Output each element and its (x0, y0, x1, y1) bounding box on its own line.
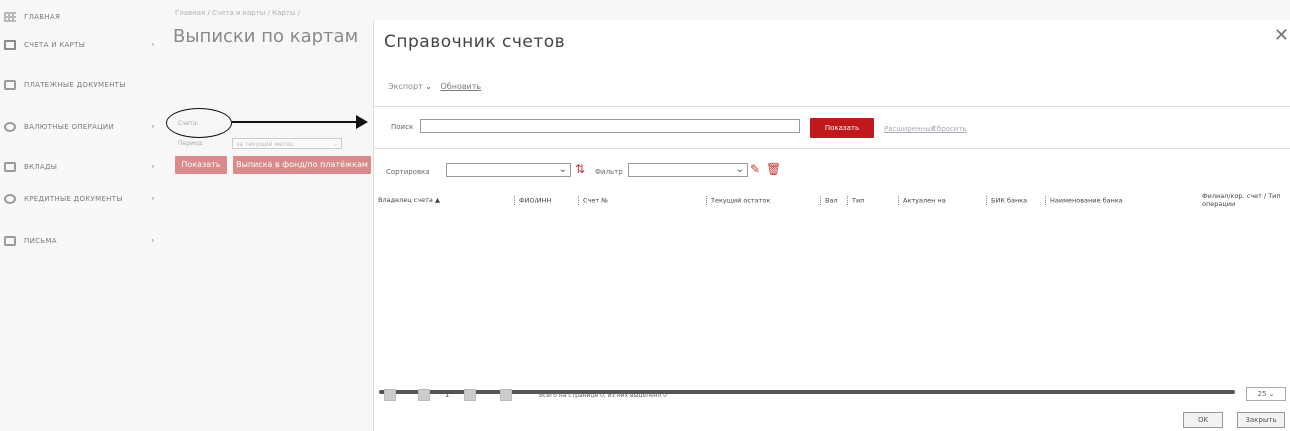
search-label: Поиск (391, 123, 414, 131)
filter-select[interactable]: ⌄ (628, 163, 748, 177)
clear-search-link[interactable]: Сбросить (932, 125, 967, 133)
column-header-label: Счет № (583, 196, 608, 205)
sidebar-item-label: Главная (24, 13, 61, 21)
chevron-right-icon: › (151, 162, 155, 172)
column-header-label: Филиал/кор. счет / Тип операции (1202, 192, 1281, 208)
close-icon[interactable]: ✕ (1274, 25, 1289, 46)
coin-icon (4, 122, 16, 132)
sidebar-item-label: Счета и карты (24, 41, 86, 49)
chevron-down-icon: ⌄ (735, 164, 744, 175)
accounts-dialog: Справочник счетов ✕ Экспорт ⌄ Обновить П… (373, 20, 1290, 431)
page-title: Выписки по картам (173, 26, 359, 47)
sidebar-item-letters[interactable]: Письма › (0, 236, 158, 246)
card-icon (4, 40, 16, 50)
sidebar-item-label: Кредитные документы (24, 195, 123, 203)
search-button[interactable]: Показать (810, 118, 874, 138)
refresh-link[interactable]: Обновить (440, 82, 481, 91)
last-page-icon[interactable] (500, 389, 512, 401)
grid-icon (4, 12, 16, 22)
column-header[interactable]: Текущий остаток (706, 196, 770, 205)
delete-filter-icon[interactable]: 🗑 (766, 162, 781, 176)
chevron-right-icon: › (151, 194, 155, 204)
sidebar-item-accounts[interactable]: Счета и карты › (0, 40, 158, 50)
annotation-arrow (232, 121, 358, 123)
search-input[interactable] (420, 119, 800, 133)
sidebar-item-payments[interactable]: Платежные документы (0, 80, 158, 90)
column-header[interactable]: Вал (820, 196, 838, 205)
first-page-icon[interactable] (384, 389, 396, 401)
sidebar-item-deposits[interactable]: Вклады › (0, 162, 158, 172)
column-header-label: Актуален на (903, 196, 946, 205)
sidebar: Главная Счета и карты › Платежные докуме… (0, 0, 160, 431)
sidebar-item-credits[interactable]: Кредитные документы › (0, 194, 158, 204)
divider (374, 148, 1290, 149)
sort-direction-icon[interactable]: ⇅ (575, 162, 585, 176)
export-menu[interactable]: Экспорт ⌄ (388, 82, 432, 91)
edit-filter-icon[interactable]: ✎ (750, 162, 760, 176)
advanced-search-link[interactable]: Расширенный (884, 125, 935, 133)
letter-icon (4, 236, 16, 246)
dialog-toolbar: Экспорт ⌄ Обновить (388, 82, 481, 91)
column-header[interactable]: Актуален на (898, 196, 946, 205)
column-header-label: ФИО/ИНН (519, 196, 552, 205)
sort-label: Сортировка (386, 168, 430, 176)
column-header-label: Наименование банка (1050, 196, 1123, 205)
sort-select[interactable]: ⌄ (446, 163, 571, 177)
prev-page-icon[interactable] (418, 389, 430, 401)
chevron-down-icon: ⌄ (332, 141, 338, 148)
ok-button[interactable]: OK (1183, 412, 1223, 428)
chevron-right-icon: › (151, 122, 155, 132)
period-select[interactable]: за текущий месяц ⌄ (232, 138, 342, 149)
deposit-icon (4, 162, 16, 172)
column-header[interactable]: Счет № (578, 196, 608, 205)
column-header[interactable]: ФИО/ИНН (514, 196, 551, 205)
column-header[interactable]: Наименование банка (1045, 196, 1123, 205)
page-number: 1 (445, 391, 450, 399)
chevron-down-icon: ⌄ (425, 82, 432, 91)
cancel-button[interactable]: Закрыть (1237, 412, 1285, 428)
column-header-label: Текущий остаток (711, 196, 771, 205)
period-select-value: за текущий месяц (236, 141, 294, 148)
column-header-label: Вал (825, 196, 838, 205)
pager-summary: Всего на странице 0, из них выделено 0 (539, 392, 667, 399)
sidebar-item-currency[interactable]: Валютные операции › (0, 122, 158, 132)
divider (374, 106, 1290, 107)
period-label: Период: (178, 140, 204, 147)
filter-label: Фильтр (595, 168, 623, 176)
column-header-label: Тип (852, 196, 865, 205)
annotation-circle (166, 108, 232, 138)
chevron-down-icon: ⌄ (558, 164, 567, 175)
next-page-icon[interactable] (464, 389, 476, 401)
export-label: Экспорт (388, 82, 423, 91)
sidebar-item-label: Платежные документы (24, 81, 126, 89)
column-header[interactable]: Филиал/кор. счет / Тип операции (1202, 192, 1286, 208)
sidebar-item-label: Письма (24, 237, 57, 245)
statement-button[interactable]: Выписка в фонд/по платёжкам (233, 156, 371, 174)
chevron-right-icon: › (151, 236, 155, 246)
chevron-right-icon: › (151, 40, 155, 50)
document-icon (4, 80, 16, 90)
statements-panel (165, 0, 373, 431)
page-size-value: 25 (1257, 390, 1267, 398)
sidebar-item-label: Валютные операции (24, 123, 114, 131)
page-size-select[interactable]: 25 ⌄ (1246, 387, 1286, 401)
column-header-label: БИК банка (991, 196, 1028, 205)
sidebar-item-home[interactable]: Главная (0, 12, 158, 22)
annotation-arrow-head (356, 115, 368, 129)
sidebar-item-label: Вклады (24, 163, 58, 171)
column-header[interactable]: Владелец счета ▲ (378, 196, 440, 204)
show-button[interactable]: Показать (175, 156, 227, 174)
breadcrumb[interactable]: Главная / Счета и карты / Карты / (175, 9, 300, 17)
column-header[interactable]: Тип (847, 196, 864, 205)
dialog-title: Справочник счетов (384, 32, 566, 52)
column-header[interactable]: БИК банка (986, 196, 1027, 205)
credit-icon (4, 194, 16, 204)
